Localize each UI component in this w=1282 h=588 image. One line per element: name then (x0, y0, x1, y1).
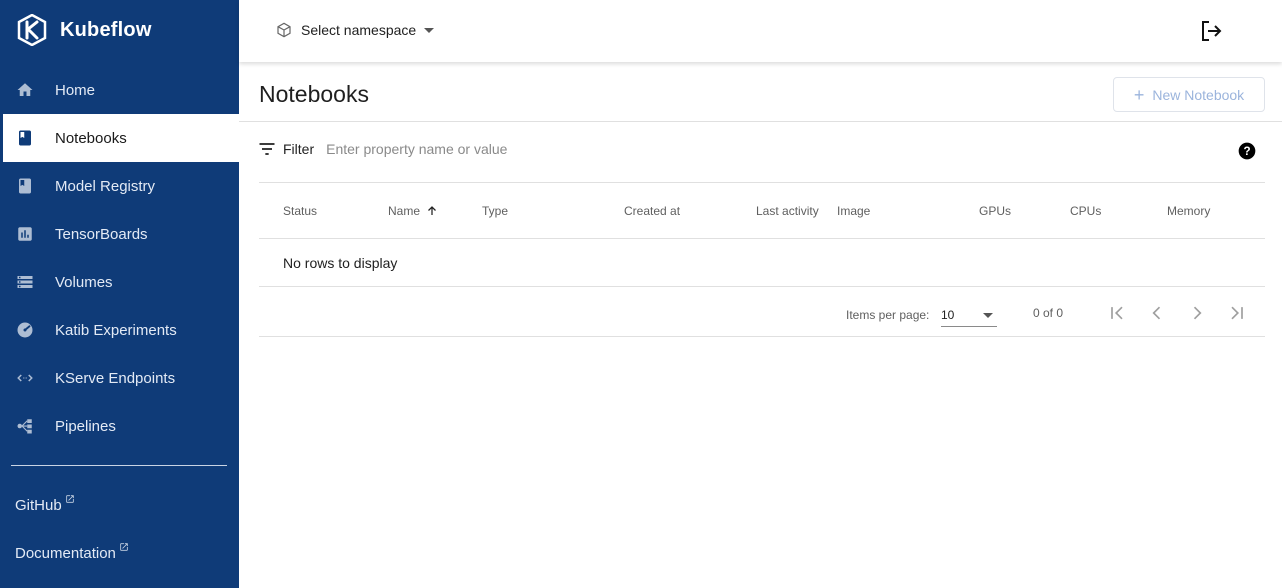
items-per-page-select[interactable]: 10 (941, 305, 997, 327)
speed-icon (16, 321, 34, 339)
sort-ascending-icon (428, 206, 436, 215)
brand[interactable]: Kubeflow (16, 14, 152, 46)
page-range-label: 0 of 0 (1033, 306, 1064, 320)
documentation-link[interactable]: Documentation (15, 543, 129, 562)
items-per-page-label: Items per page: (846, 308, 930, 322)
new-notebook-button-label: New Notebook (1152, 86, 1245, 103)
external-link-icon (65, 495, 74, 503)
filter-input[interactable] (326, 141, 927, 157)
chart-icon (16, 225, 34, 243)
brand-name: Kubeflow (60, 18, 152, 41)
sidebar-item-kserve-endpoints[interactable]: KServe Endpoints (0, 354, 239, 402)
column-header-type[interactable]: Type (482, 204, 508, 218)
column-header-cpus[interactable]: CPUs (1070, 204, 1101, 218)
sidebar-item-label: Home (55, 81, 96, 99)
sidebar-divider (11, 465, 227, 466)
documentation-link-label: Documentation (15, 545, 116, 562)
sidebar-nav: Home Notebooks Model Registry TensorBoar… (0, 66, 239, 450)
first-page-icon (1111, 306, 1123, 320)
filter-icon (259, 143, 275, 155)
main-content: Notebooks + New Notebook Filter ? Status… (239, 62, 1282, 588)
column-header-image[interactable]: Image (837, 204, 870, 218)
sidebar-item-label: Katib Experiments (55, 321, 177, 339)
kubeflow-logo-icon (17, 14, 47, 46)
empty-table-message: No rows to display (283, 255, 398, 271)
chevron-left-icon (1152, 306, 1161, 320)
sidebar-item-pipelines[interactable]: Pipelines (0, 402, 239, 450)
sidebar-item-label: Notebooks (55, 129, 127, 147)
notebooks-table: Status Name Type Created at Last activit… (259, 182, 1265, 337)
next-page-button[interactable] (1185, 301, 1209, 325)
chevron-down-icon (983, 313, 993, 318)
namespace-selector-label: Select namespace (301, 22, 417, 38)
top-bar: Select namespace (239, 0, 1282, 62)
sidebar-item-label: Volumes (55, 273, 113, 291)
plus-icon: + (1133, 84, 1145, 105)
external-link-icon (120, 543, 128, 551)
help-icon[interactable]: ? (1237, 141, 1257, 161)
sidebar-item-notebooks[interactable]: Notebooks (0, 114, 239, 162)
column-header-name[interactable]: Name (388, 204, 438, 218)
column-header-created-at[interactable]: Created at (624, 204, 680, 218)
first-page-button[interactable] (1105, 301, 1129, 325)
pipeline-icon (16, 417, 34, 435)
items-per-page-value: 10 (941, 308, 955, 322)
sidebar-item-label: Pipelines (55, 417, 116, 435)
paginator: Items per page: 10 0 of 0 (259, 287, 1265, 337)
column-header-memory[interactable]: Memory (1167, 204, 1210, 218)
sidebar-item-label: TensorBoards (55, 225, 148, 243)
namespace-selector[interactable]: Select namespace (276, 19, 435, 41)
sidebar-item-model-registry[interactable]: Model Registry (0, 162, 239, 210)
svg-text:?: ? (1243, 145, 1250, 158)
logout-icon[interactable] (1199, 19, 1223, 43)
sidebar-item-volumes[interactable]: Volumes (0, 258, 239, 306)
new-notebook-button[interactable]: + New Notebook (1113, 77, 1265, 112)
sidebar-item-label: Model Registry (55, 177, 156, 195)
column-header-last-activity[interactable]: Last activity (756, 204, 819, 218)
table-row: No rows to display (259, 239, 1265, 287)
title-divider (239, 121, 1282, 122)
column-header-gpus[interactable]: GPUs (979, 204, 1011, 218)
storage-icon (16, 273, 34, 291)
sidebar-item-home[interactable]: Home (0, 66, 239, 114)
filter-label: Filter (283, 141, 315, 157)
sidebar-item-label: KServe Endpoints (55, 369, 176, 387)
github-link[interactable]: GitHub (15, 495, 75, 514)
page-title: Notebooks (259, 81, 369, 107)
book-icon (16, 129, 34, 147)
code-arrows-icon (16, 369, 34, 387)
chevron-down-icon (424, 27, 435, 33)
table-header: Status Name Type Created at Last activit… (259, 182, 1265, 239)
github-link-label: GitHub (15, 497, 62, 514)
package-icon (277, 22, 291, 38)
sidebar-item-tensorboards[interactable]: TensorBoards (0, 210, 239, 258)
sidebar: Kubeflow Home Notebooks Model Registry T… (0, 0, 239, 588)
filter-bar: Filter (257, 136, 1265, 162)
chevron-right-icon (1193, 306, 1202, 320)
last-page-icon (1231, 306, 1243, 320)
home-icon (16, 81, 34, 99)
sidebar-item-katib-experiments[interactable]: Katib Experiments (0, 306, 239, 354)
column-header-status[interactable]: Status (283, 204, 317, 218)
previous-page-button[interactable] (1145, 301, 1169, 325)
book-icon (16, 177, 34, 195)
last-page-button[interactable] (1225, 301, 1249, 325)
